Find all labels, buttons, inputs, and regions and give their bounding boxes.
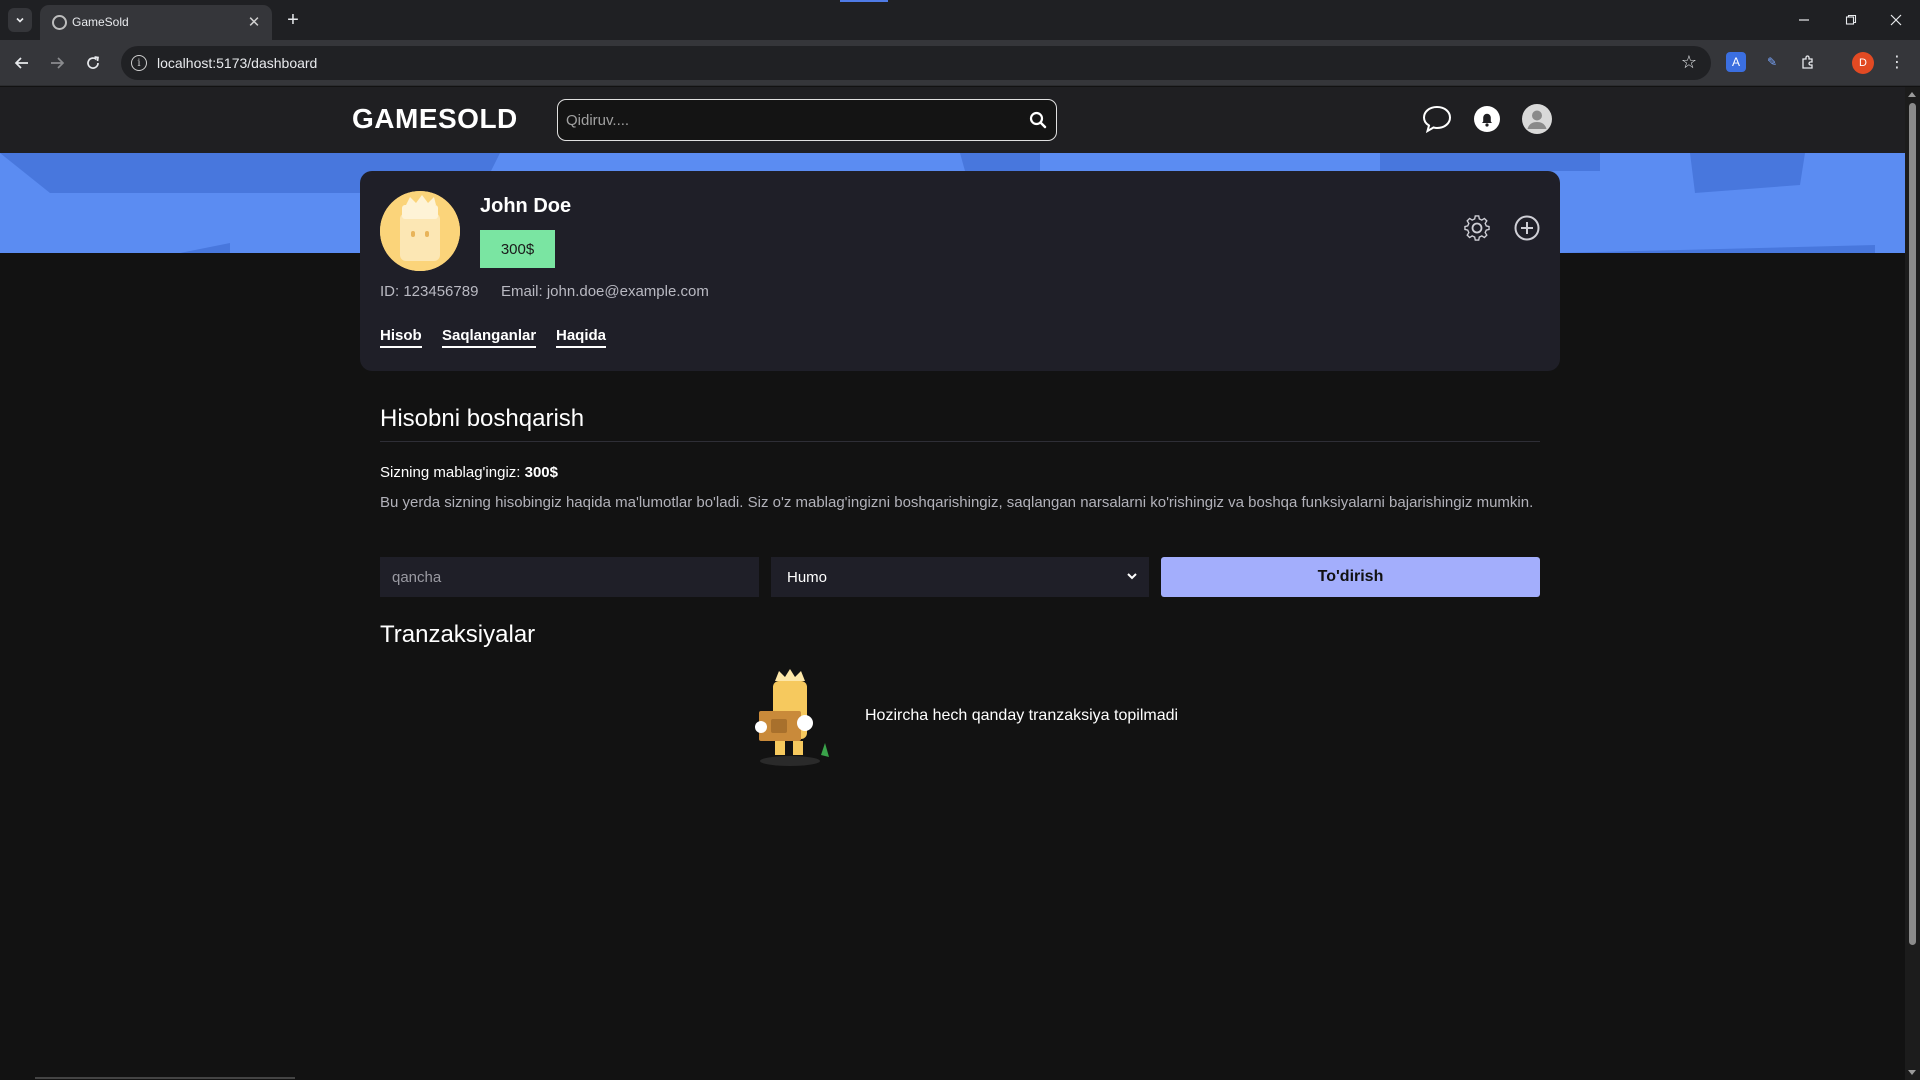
scroll-thumb[interactable] [1909, 103, 1916, 945]
bell-icon [1474, 106, 1500, 132]
user-name: John Doe [480, 195, 572, 217]
plus-icon: + [287, 8, 299, 31]
reload-icon [87, 56, 99, 69]
bookmark-star-icon[interactable]: ☆ [1681, 52, 1697, 73]
payment-method-select[interactable]: Humo [771, 557, 1149, 597]
restore-button[interactable] [1835, 6, 1867, 34]
site-info-icon[interactable]: i [131, 55, 147, 71]
extensions-button[interactable] [1798, 52, 1818, 72]
minimize-icon [1799, 19, 1809, 21]
bottom-divider [35, 1077, 295, 1079]
empty-state-illustration [745, 667, 835, 767]
browser-tab[interactable]: GameSold ✕ [40, 5, 272, 40]
tab-close-button[interactable]: ✕ [244, 12, 264, 32]
scroll-up-arrow-icon[interactable] [1908, 92, 1916, 97]
new-tab-button[interactable]: + [281, 8, 305, 32]
globe-icon [52, 15, 67, 30]
transactions-title: Tranzaksiyalar [380, 621, 536, 648]
page-viewport: GAMESOLD Qidiruv.... John Doe 300$ ID: 1… [0, 87, 1905, 1080]
tab-list-button[interactable] [8, 8, 32, 32]
user-id: ID: 123456789 [380, 283, 479, 300]
color-picker-extension-icon[interactable]: ✎ [1762, 52, 1782, 72]
back-button[interactable] [8, 49, 36, 77]
amount-input[interactable] [380, 557, 759, 597]
restore-icon [1845, 14, 1857, 25]
minimize-button[interactable] [1788, 6, 1820, 34]
tab-saqlanganlar[interactable]: Saqlanganlar [442, 327, 537, 348]
balance-value: 300$ [524, 464, 558, 481]
user-menu-button[interactable] [1520, 102, 1554, 136]
balance-line: Sizning mablag'ingiz: 300$ [380, 464, 1540, 481]
close-icon [1890, 14, 1902, 26]
account-description: Bu yerda sizning hisobingiz haqida ma'lu… [380, 494, 1534, 511]
loading-indicator [840, 0, 888, 2]
translate-extension-icon[interactable]: A [1726, 52, 1746, 72]
balance-label: Sizning mablag'ingiz: [380, 464, 521, 481]
mascot-box-icon [755, 669, 829, 766]
close-icon: ✕ [247, 14, 261, 31]
settings-button[interactable] [1460, 211, 1494, 245]
user-avatar-icon [1522, 104, 1552, 134]
tab-hisob[interactable]: Hisob [380, 327, 422, 348]
tab-haqida[interactable]: Haqida [556, 327, 607, 348]
browser-profile-avatar[interactable]: D [1852, 52, 1874, 74]
tab-title: GameSold [72, 15, 129, 29]
search-icon[interactable] [1028, 110, 1048, 130]
account-section: Hisobni boshqarish Sizning mablag'ingiz:… [380, 405, 1540, 515]
search-input[interactable] [566, 108, 1006, 132]
payment-method-value: Humo [787, 568, 828, 586]
browser-tab-bar: GameSold ✕ + [0, 0, 1920, 40]
top-up-form: Humo To'dirish [380, 557, 1540, 597]
top-up-button[interactable]: To'dirish [1161, 557, 1540, 597]
account-section-title: Hisobni boshqarish [380, 405, 1540, 442]
profile-avatar [380, 191, 460, 271]
reload-button[interactable] [79, 49, 107, 77]
user-email: Email: john.doe@example.com [501, 283, 709, 300]
forward-button[interactable] [43, 49, 71, 77]
add-button[interactable] [1510, 211, 1544, 245]
chevron-down-icon [16, 17, 24, 23]
empty-state-text: Hozircha hech qanday tranzaksiya topilma… [865, 707, 1179, 724]
arrow-right-icon [51, 57, 65, 69]
address-bar[interactable]: i localhost:5173/dashboard ☆ [121, 46, 1711, 80]
scroll-down-arrow-icon[interactable] [1908, 1070, 1916, 1075]
url-text: localhost:5173/dashboard [157, 55, 318, 71]
notifications-button[interactable] [1470, 102, 1504, 136]
browser-menu-button[interactable]: ⋮ [1887, 52, 1907, 72]
browser-toolbar: i localhost:5173/dashboard ☆ A ✎ D ⋮ [0, 40, 1920, 86]
close-window-button[interactable] [1880, 6, 1912, 34]
balance-badge: 300$ [480, 230, 555, 268]
site-logo[interactable]: GAMESOLD [352, 103, 518, 135]
chevron-down-icon [1127, 573, 1137, 580]
gear-icon [1464, 215, 1490, 241]
messages-button[interactable] [1420, 102, 1454, 136]
search-box [557, 99, 1057, 141]
plus-circle-icon [1514, 215, 1540, 241]
arrow-left-icon [14, 57, 28, 69]
site-header: GAMESOLD [0, 87, 1905, 153]
puzzle-icon [1802, 55, 1813, 69]
mascot-avatar-icon [380, 191, 460, 271]
page-scrollbar[interactable] [1905, 87, 1920, 1080]
profile-card: John Doe 300$ ID: 123456789 Email: john.… [360, 171, 1560, 371]
chat-bubble-icon [1422, 105, 1452, 134]
